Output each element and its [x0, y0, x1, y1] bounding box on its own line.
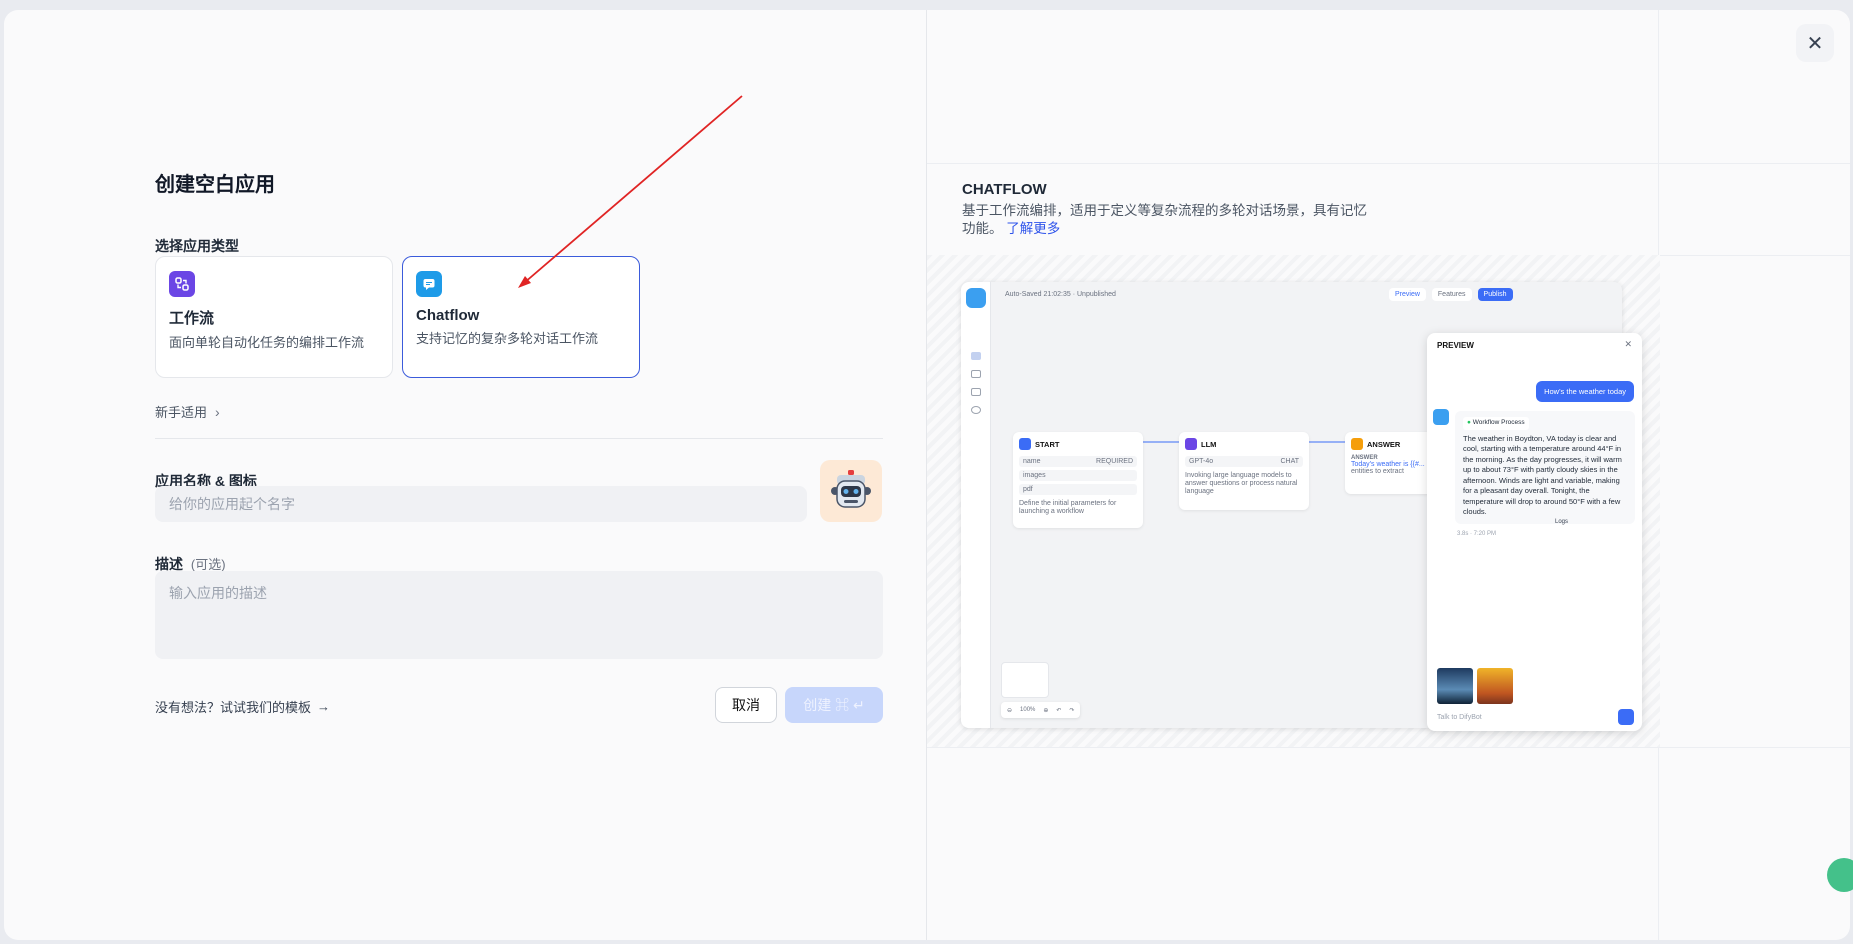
llm-model: GPT-4o	[1189, 458, 1214, 465]
close-icon: ✕	[1624, 339, 1632, 349]
create-app-dialog: 创建空白应用 选择应用类型 工作流 面向单轮自动化任务的编排工作流 Chatfl…	[4, 10, 1850, 940]
preview-panel: ✕ CHATFLOW 基于工作流编排，适用于定义等复杂流程的多轮对话场景，具有记…	[926, 10, 1850, 940]
preview-title: CHATFLOW	[962, 181, 1047, 198]
node-title: START	[1035, 439, 1060, 449]
send-icon	[1618, 709, 1634, 725]
workflow-process-label: Workflow Process	[1472, 419, 1525, 426]
answer-text: Today's weather is {{#...	[1351, 461, 1425, 468]
assistant-fab[interactable]	[1827, 858, 1853, 892]
app-type-label: 选择应用类型	[155, 238, 239, 254]
grid-line	[927, 163, 1850, 164]
preview-desc: 基于工作流编排，适用于定义等复杂流程的多轮对话场景，具有记忆功能。 了解更多	[962, 202, 1372, 238]
beginner-label: 新手适用	[155, 405, 208, 420]
chevron-right-icon: ›	[215, 403, 220, 420]
bot-message: ● Workflow Process The weather in Boydto…	[1455, 411, 1635, 524]
desc-label: 描述	[155, 556, 183, 572]
bot-message-text: The weather in Boydton, VA today is clea…	[1463, 433, 1622, 517]
type-card-workflow[interactable]: 工作流 面向单轮自动化任务的编排工作流	[155, 256, 393, 378]
learn-more-link[interactable]: 了解更多	[1006, 221, 1060, 236]
type-name: Chatflow	[416, 307, 480, 324]
type-name: 工作流	[169, 310, 215, 327]
app-icon-picker[interactable]	[820, 460, 882, 522]
answer-icon	[1351, 438, 1363, 450]
node-desc: Define the initial parameters for launch…	[1019, 500, 1117, 515]
zoom-toolbar: ⊖ 100% ⊕ ↶ ↷	[1001, 702, 1081, 718]
attached-image-mountain	[1437, 668, 1473, 704]
robot-icon	[831, 470, 871, 508]
close-button[interactable]: ✕	[1796, 24, 1834, 62]
zoom-level: 100%	[1020, 707, 1036, 713]
workflow-icon	[169, 271, 195, 297]
template-link[interactable]: 没有想法？试试我们的模板 →	[155, 697, 330, 716]
divider	[155, 438, 883, 439]
beginner-toggle[interactable]: 新手适用 ›	[155, 402, 220, 421]
var-required: REQUIRED	[1096, 458, 1133, 465]
form-panel: 创建空白应用 选择应用类型 工作流 面向单轮自动化任务的编排工作流 Chatfl…	[4, 10, 926, 940]
desc-optional: (可选)	[190, 557, 226, 572]
node-title: ANSWER	[1367, 439, 1401, 449]
chat-input-placeholder: Talk to DifyBot	[1437, 714, 1482, 721]
zoom-in-icon: ⊕	[1043, 707, 1049, 714]
minimap	[1001, 662, 1049, 698]
node-title: LLM	[1201, 439, 1217, 449]
user-message: How's the weather today	[1536, 381, 1634, 402]
preview-panel-title: PREVIEW	[1437, 341, 1474, 350]
var-name: images	[1019, 470, 1137, 481]
bot-avatar-icon	[1433, 409, 1449, 425]
var-name: name	[1023, 458, 1041, 465]
redo-icon: ↷	[1069, 707, 1075, 714]
message-meta: 3.8s · 7:20 PM	[1457, 531, 1497, 537]
answer-text: entities to extract	[1351, 468, 1404, 475]
attached-image-desert	[1477, 668, 1513, 704]
create-button[interactable]: 创建 ⌘ ↵	[785, 687, 883, 723]
cancel-button[interactable]: 取消	[715, 687, 777, 723]
workflow-process-tag: ● Workflow Process	[1463, 417, 1529, 430]
logs-button: Logs	[1555, 519, 1569, 525]
type-desc: 面向单轮自动化任务的编排工作流	[169, 335, 365, 350]
undo-icon: ↶	[1056, 707, 1062, 714]
type-desc: 支持记忆的复杂多轮对话工作流	[416, 331, 599, 346]
llm-tag: CHAT	[1280, 458, 1299, 465]
start-node: START name REQUIRED images pdf Define the…	[1013, 432, 1143, 528]
node-desc: Invoking large language models to answer…	[1185, 472, 1298, 495]
start-icon	[1019, 438, 1031, 450]
chat-bubble-icon	[416, 271, 442, 297]
template-link-label: 没有想法？试试我们的模板	[155, 700, 312, 715]
chat-preview-panel: PREVIEW ✕ How's the weather today ● Work…	[1427, 333, 1642, 731]
arrow-right-icon: →	[317, 699, 331, 714]
dialog-title: 创建空白应用	[155, 174, 275, 196]
close-icon: ✕	[1806, 32, 1824, 55]
grid-line	[927, 747, 1850, 748]
check-icon: ●	[1467, 419, 1471, 426]
llm-icon	[1185, 438, 1197, 450]
zoom-out-icon: ⊖	[1007, 707, 1013, 714]
type-card-chatflow[interactable]: Chatflow 支持记忆的复杂多轮对话工作流	[402, 256, 640, 378]
llm-node: LLM GPT-4o CHAT Invoking large language m…	[1179, 432, 1309, 510]
var-name: pdf	[1019, 484, 1137, 495]
app-name-input[interactable]	[155, 486, 807, 522]
app-desc-input[interactable]	[155, 571, 883, 659]
